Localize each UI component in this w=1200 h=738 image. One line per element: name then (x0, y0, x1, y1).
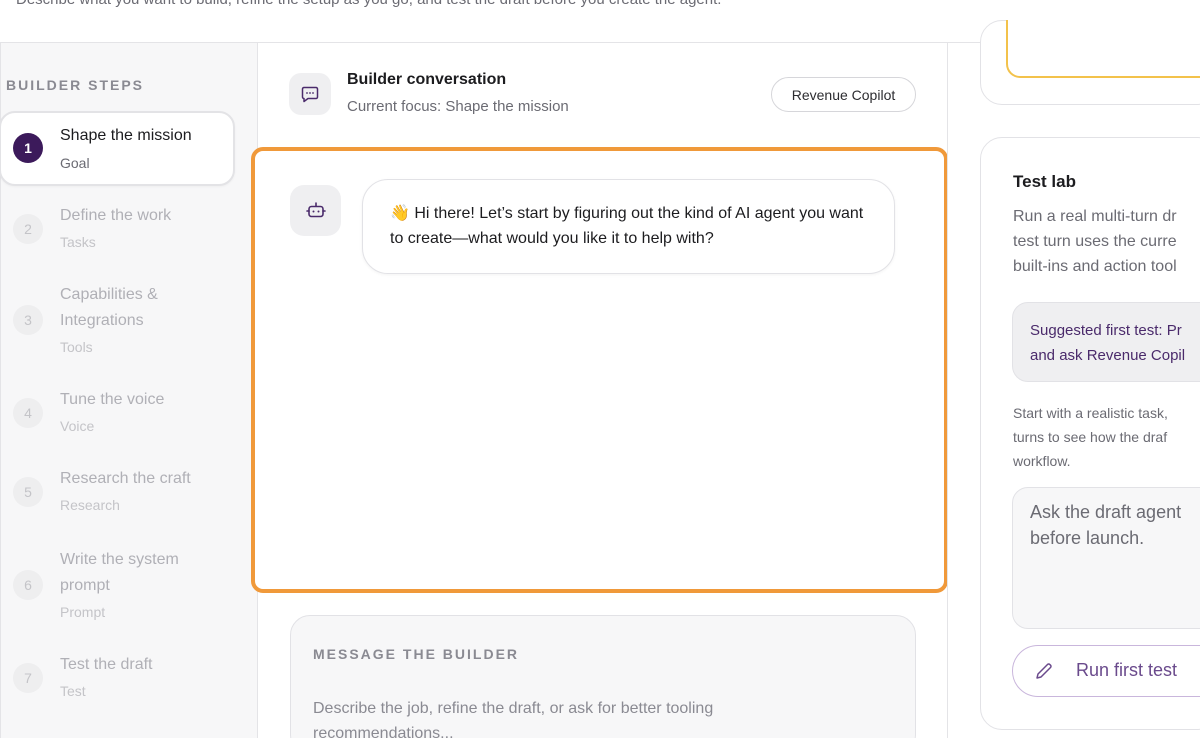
step-capabilities[interactable]: 3 Capabilities & Integrations Tools (1, 282, 237, 362)
step-number: 1 (13, 133, 43, 163)
robot-icon (290, 185, 341, 236)
step-label: Research the craft (60, 470, 191, 487)
intro-line: test turn uses the curre (1013, 233, 1177, 250)
test-lab-intro: Run a real multi-turn dr test turn uses … (1013, 204, 1200, 279)
step-tune-voice[interactable]: 4 Tune the voice Voice (1, 387, 237, 445)
run-first-test-button[interactable]: Run first test (1012, 645, 1200, 697)
composer-placeholder[interactable]: Describe the job, refine the draft, or a… (313, 696, 833, 738)
step-sublabel: Tools (60, 339, 93, 355)
intro-line: built-ins and action tool (1013, 258, 1177, 275)
chat-bubble-icon (289, 73, 331, 115)
agent-name-pill[interactable]: Revenue Copilot (771, 77, 916, 112)
step-label: Tune the voice (60, 391, 165, 408)
step-number: 7 (13, 663, 43, 693)
step-system-prompt[interactable]: 6 Write the system prompt Prompt (1, 547, 237, 627)
steps-title: BUILDER STEPS (6, 77, 145, 93)
suggest-line: Suggested first test: Pr (1030, 322, 1182, 339)
pencil-icon (1033, 660, 1055, 687)
step-number: 3 (13, 305, 43, 335)
step-sublabel: Test (60, 683, 86, 699)
current-focus: Current focus: Shape the mission (347, 98, 569, 115)
message-composer[interactable]: MESSAGE THE BUILDER Describe the job, re… (290, 615, 916, 738)
step-research-craft[interactable]: 5 Research the craft Research (1, 466, 237, 524)
intro-line: Run a real multi-turn dr (1013, 208, 1177, 225)
step-label: Write the system prompt (60, 551, 179, 594)
step-define-work[interactable]: 2 Define the work Tasks (1, 203, 237, 261)
column-divider (947, 43, 948, 738)
step-label: Test the draft (60, 656, 153, 673)
note-line: Start with a realistic task, (1013, 405, 1168, 421)
step-sublabel: Prompt (60, 604, 106, 620)
test-prompt-input[interactable]: Ask the draft agent before launch. (1012, 487, 1200, 629)
step-shape-mission[interactable]: 1 Shape the mission Goal (0, 111, 235, 186)
note-line: workflow. (1013, 453, 1071, 469)
note-line: turns to see how the draf (1013, 429, 1168, 445)
step-number: 4 (13, 398, 43, 428)
step-label: Capabilities & Integrations (60, 286, 158, 329)
conversation-title: Builder conversation (347, 71, 507, 88)
builder-steps-sidebar: BUILDER STEPS 1 Shape the mission Goal 2… (0, 43, 258, 738)
test-lab-note: Start with a realistic task, turns to se… (1013, 401, 1200, 473)
input-line: Ask the draft agent (1030, 502, 1182, 522)
input-line: before launch. (1030, 528, 1145, 548)
step-number: 2 (13, 214, 43, 244)
step-sublabel: Research (60, 497, 120, 513)
test-lab-panel: Test lab Run a real multi-turn dr test t… (980, 137, 1200, 730)
step-test-draft[interactable]: 7 Test the draft Test (1, 652, 237, 710)
step-label: Define the work (60, 207, 172, 224)
page-description: Describe what you want to build, refine … (16, 0, 721, 8)
highlighted-field[interactable] (1006, 20, 1200, 78)
run-button-label: Run first test (1076, 660, 1178, 680)
step-label: Shape the mission (60, 127, 192, 144)
composer-heading: MESSAGE THE BUILDER (313, 646, 520, 662)
suggest-line: and ask Revenue Copil (1030, 347, 1186, 364)
step-sublabel: Tasks (60, 234, 96, 250)
step-sublabel: Goal (60, 155, 90, 171)
suggested-test-box[interactable]: Suggested first test: Pr and ask Revenue… (1012, 302, 1200, 382)
step-number: 6 (13, 570, 43, 600)
test-lab-title: Test lab (1013, 172, 1076, 191)
assistant-message-bubble: 👋 Hi there! Let’s start by figuring out … (362, 179, 895, 274)
step-sublabel: Voice (60, 418, 95, 434)
step-number: 5 (13, 477, 43, 507)
